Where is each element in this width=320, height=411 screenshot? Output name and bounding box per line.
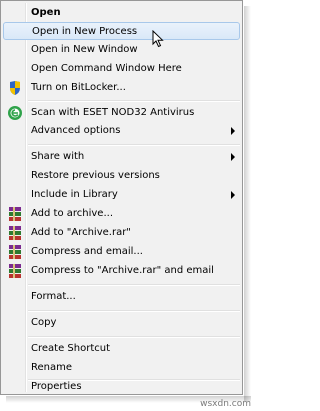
menu-separator bbox=[28, 336, 240, 338]
eset-icon bbox=[8, 106, 22, 120]
menu-item-label: Restore previous versions bbox=[31, 170, 160, 181]
submenu-arrow-icon bbox=[231, 153, 235, 161]
watermark-text: wsxdn.com bbox=[200, 399, 251, 409]
winrar-icon bbox=[9, 207, 21, 221]
menu-separator bbox=[28, 100, 240, 102]
menu-item-open-command-window[interactable]: Open Command Window Here bbox=[3, 60, 240, 78]
menu-separator bbox=[28, 284, 240, 286]
winrar-icon bbox=[9, 264, 21, 278]
menu-item-include-in-library[interactable]: Include in Library bbox=[3, 186, 240, 204]
menu-item-format[interactable]: Format... bbox=[3, 288, 240, 306]
menu-item-advanced-options[interactable]: Advanced options bbox=[3, 122, 240, 140]
shield-icon bbox=[10, 81, 20, 95]
menu-item-label: Compress to "Archive.rar" and email bbox=[31, 265, 214, 276]
menu-item-label: Scan with ESET NOD32 Antivirus bbox=[31, 107, 195, 118]
menu-item-label: Create Shortcut bbox=[31, 343, 110, 354]
menu-item-label: Open bbox=[31, 7, 61, 18]
menu-item-label: Copy bbox=[31, 317, 57, 328]
menu-item-label: Properties bbox=[31, 381, 82, 392]
menu-item-label: Rename bbox=[31, 362, 73, 373]
menu-separator bbox=[28, 310, 240, 312]
menu-item-add-to-archive[interactable]: Add to archive... bbox=[3, 205, 240, 223]
menu-item-label: Format... bbox=[31, 291, 76, 302]
context-menu: Open Open in New Process Open in New Win… bbox=[0, 0, 243, 395]
menu-item-open-in-new-process[interactable]: Open in New Process bbox=[3, 22, 240, 40]
menu-item-properties[interactable]: Properties bbox=[3, 377, 240, 395]
menu-item-add-to-archive-rar[interactable]: Add to "Archive.rar" bbox=[3, 224, 240, 242]
submenu-arrow-icon bbox=[231, 127, 235, 135]
menu-item-label: Compress and email... bbox=[31, 246, 143, 257]
menu-item-label: Turn on BitLocker... bbox=[31, 82, 126, 93]
menu-item-label: Open in New Process bbox=[32, 26, 138, 37]
menu-item-open[interactable]: Open bbox=[3, 4, 240, 22]
menu-separator bbox=[28, 144, 240, 146]
winrar-icon bbox=[9, 245, 21, 259]
menu-item-create-shortcut[interactable]: Create Shortcut bbox=[3, 340, 240, 358]
menu-item-compress-to-archive-and-email[interactable]: Compress to "Archive.rar" and email bbox=[3, 262, 240, 280]
menu-item-label: Add to "Archive.rar" bbox=[31, 227, 131, 238]
menu-item-label: Open in New Window bbox=[31, 44, 138, 55]
mouse-pointer-icon bbox=[152, 30, 164, 48]
winrar-icon bbox=[9, 226, 21, 240]
menu-item-rename[interactable]: Rename bbox=[3, 359, 240, 377]
menu-shadow-right bbox=[244, 6, 251, 401]
menu-item-label: Include in Library bbox=[31, 189, 118, 200]
menu-item-compress-and-email[interactable]: Compress and email... bbox=[3, 243, 240, 261]
menu-item-label: Open Command Window Here bbox=[31, 63, 182, 74]
menu-item-label: Share with bbox=[31, 151, 85, 162]
menu-item-restore-previous-versions[interactable]: Restore previous versions bbox=[3, 167, 240, 185]
menu-item-label: Advanced options bbox=[31, 125, 121, 136]
menu-item-share-with[interactable]: Share with bbox=[3, 148, 240, 166]
menu-item-scan-eset[interactable]: Scan with ESET NOD32 Antivirus bbox=[3, 104, 240, 122]
menu-item-copy[interactable]: Copy bbox=[3, 314, 240, 332]
menu-item-open-in-new-window[interactable]: Open in New Window bbox=[3, 41, 240, 59]
submenu-arrow-icon bbox=[231, 191, 235, 199]
menu-item-turn-on-bitlocker[interactable]: Turn on BitLocker... bbox=[3, 79, 240, 97]
menu-item-label: Add to archive... bbox=[31, 208, 113, 219]
